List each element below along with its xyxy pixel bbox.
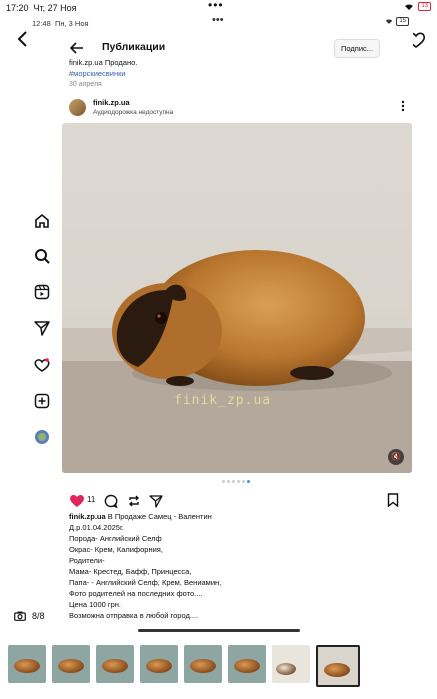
subscribe-button[interactable]: Подпис... [334, 39, 381, 58]
wifi-icon [405, 3, 414, 10]
thumbnail-selected[interactable] [316, 645, 360, 687]
search-icon[interactable] [33, 247, 51, 265]
more-options-icon[interactable] [401, 100, 405, 112]
guinea-pig-image [62, 250, 412, 473]
caption-line: finik.zp.ua В Продаже Самец - Валентин [69, 512, 212, 521]
carousel-dot [227, 480, 230, 483]
caption-line: Мама- Крестед, Бафф, Принцесса, [69, 567, 192, 576]
carousel-dot [222, 480, 225, 483]
thumbnail[interactable] [96, 645, 134, 683]
caption-line: Папа- - Английский Селф, Крем, Вениамин, [69, 578, 222, 587]
caption-line: Возможна отправка в любой город.... [69, 611, 199, 620]
camera-icon [14, 611, 26, 621]
previous-date: 30 апреля [69, 81, 102, 88]
author-avatar[interactable] [69, 99, 86, 116]
notifications-heart-icon[interactable] [33, 356, 51, 374]
home-icon[interactable] [33, 212, 51, 230]
post-author: finik.zp.ua Аудиодорожка недоступна [69, 97, 409, 119]
caption-line: Порода- Английский Селф [69, 534, 162, 543]
carousel-dot [237, 480, 240, 483]
inner-status-time: 12:48 Пн, 3 Ноя [32, 19, 89, 28]
reels-icon[interactable] [33, 283, 51, 301]
inner-wifi-icon [386, 19, 393, 24]
like-count: 11 [87, 495, 96, 504]
status-dots: ••• [208, 0, 224, 12]
caption-username[interactable]: finik.zp.ua [69, 512, 106, 521]
post-screenshot: ••• 15 Публикации Подпис... finik.zp.ua … [58, 14, 413, 626]
battery-icon: 13 [418, 2, 431, 11]
thumbnail[interactable] [140, 645, 178, 683]
thumbnail[interactable] [228, 645, 266, 683]
caption-line: Цена 1000 грн. [69, 600, 122, 609]
author-username[interactable]: finik.zp.ua [93, 98, 130, 107]
page-title: Публикации [102, 41, 166, 53]
post-actions: 11 [69, 491, 409, 511]
comment-icon[interactable] [104, 494, 118, 508]
carousel-dot [232, 480, 235, 483]
carousel-dot [242, 480, 245, 483]
thumbnail[interactable] [52, 645, 90, 683]
inner-status-dots: ••• [212, 14, 224, 26]
post-header: Публикации Подпис... [58, 36, 413, 60]
caption-line: Фото родителей на последних фото.... [69, 589, 203, 598]
caption-line: Окрас- Крем, Калифорния, [69, 545, 163, 554]
post-photo[interactable]: finik_zp.ua 🔇 [62, 123, 412, 473]
inner-status-icons: 15 [385, 17, 409, 26]
thumbnail-scrollbar[interactable] [138, 629, 300, 632]
status-icons: 13 [404, 2, 431, 11]
image-counter: 8/8 [14, 611, 45, 621]
direct-icon[interactable] [33, 319, 51, 337]
carousel-dot-active [247, 480, 250, 483]
thumbnail[interactable] [8, 645, 46, 683]
create-icon[interactable] [33, 392, 51, 410]
save-bookmark-icon[interactable] [387, 493, 399, 507]
previous-hashtag[interactable]: #морскиесвинки [69, 69, 126, 78]
thumbnail[interactable] [184, 645, 222, 683]
send-icon[interactable] [149, 494, 163, 508]
back-icon[interactable] [14, 30, 32, 48]
caption-line: Д.р.01.04.2025г. [69, 523, 124, 532]
thumbnail[interactable] [272, 645, 310, 683]
carousel-indicator [222, 480, 250, 483]
thumbnail-strip [8, 645, 428, 687]
repost-icon[interactable] [127, 494, 141, 508]
mute-icon[interactable]: 🔇 [388, 449, 404, 465]
status-time: 17:20 Чт, 27 Ноя [6, 3, 77, 13]
previous-caption: finik.zp.ua Продано. [69, 58, 138, 67]
audio-status: Аудиодорожка недоступна [93, 109, 174, 116]
caption-line: Родители- [69, 556, 105, 565]
inner-battery-icon: 15 [396, 17, 409, 26]
post-caption: finik.zp.ua В Продаже Самец - Валентин Д… [69, 511, 399, 621]
photo-watermark: finik_zp.ua [174, 393, 272, 408]
inner-status-bar: ••• 15 [58, 14, 413, 32]
like-heart-icon[interactable] [69, 493, 85, 508]
profile-avatar-icon[interactable] [33, 428, 51, 446]
back-arrow-icon[interactable] [70, 42, 84, 54]
